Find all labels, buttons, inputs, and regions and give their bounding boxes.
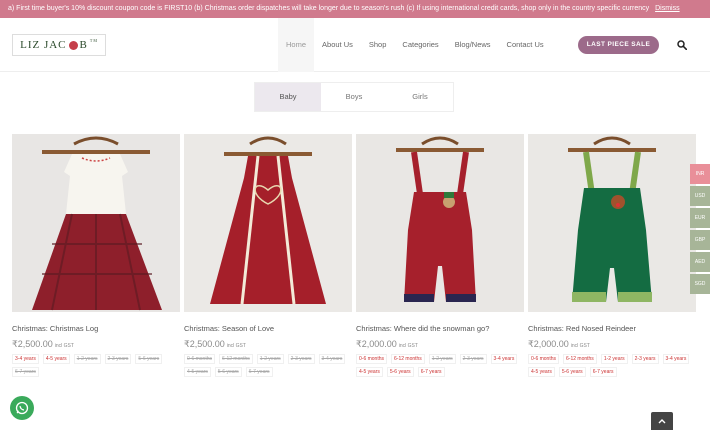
price-value: ₹2,000.00 [356,339,397,349]
size-option[interactable]: 2-3 years [104,354,132,364]
size-option[interactable]: 3-4 years [318,354,346,364]
gst-label: incl GST [570,343,590,349]
product-image[interactable] [528,134,696,312]
product-card: Christmas: Christmas Log ₹2,500.00 incl G… [12,134,180,377]
page: a) First time buyer's 10% discount coupo… [0,0,710,430]
product-card: Christmas: Where did the snowman go? ₹2,… [356,134,524,377]
product-title[interactable]: Christmas: Where did the snowman go? [356,324,524,333]
gst-label: incl GST [398,343,418,349]
scroll-to-top-button[interactable] [651,412,673,430]
category-tabs: Baby Boys Girls [254,82,454,112]
nav-contact-us[interactable]: Contact Us [499,18,552,72]
nav-blog-news[interactable]: Blog/News [447,18,499,72]
product-image[interactable] [356,134,524,312]
logo-text-left: LIZ JAC [20,39,67,51]
size-option[interactable]: 0-6 months [356,354,388,364]
size-option[interactable]: 6-7 years [417,367,445,377]
price-value: ₹2,500.00 [12,339,53,349]
trademark-mark: TM [89,37,98,43]
size-option[interactable]: 6-12 months [391,354,425,364]
size-option[interactable]: 4-5 years [184,367,211,377]
nav-shop[interactable]: Shop [361,18,395,72]
size-option[interactable]: 1-2 years [428,354,456,364]
size-option[interactable]: 2-3 years [287,354,315,364]
size-option[interactable]: 6-7 years [12,367,39,377]
size-option[interactable]: 5-6 years [135,354,163,364]
tab-girls[interactable]: Girls [387,83,453,111]
size-option[interactable]: 3-4 years [662,354,690,364]
size-option[interactable]: 4-5 years [528,367,555,377]
size-list: 0-6 months 6-12 months 1-2 years 2-3 years 3… [184,354,352,377]
size-option[interactable]: 6-7 years [589,367,617,377]
nav-about-us[interactable]: About Us [314,18,361,72]
chevron-up-icon [658,419,666,424]
dismiss-link[interactable]: Dismiss [655,5,680,12]
size-option[interactable]: 6-7 years [245,367,273,377]
product-price: ₹2,000.00 incl GST [356,339,524,350]
nav-home[interactable]: Home [278,18,315,72]
product-title[interactable]: Christmas: Christmas Log [12,324,180,333]
last-piece-sale-button[interactable]: LAST PIECE SALE [578,36,659,54]
product-title[interactable]: Christmas: Season of Love [184,324,352,333]
size-option[interactable]: 5-6 years [214,367,242,377]
currency-sgd[interactable]: SGD [690,274,710,294]
size-option[interactable]: 1-2 years [73,354,101,364]
product-price: ₹2,000.00 incl GST [528,339,696,350]
tab-baby[interactable]: Baby [255,83,321,111]
product-price: ₹2,500.00 incl GST [184,339,352,350]
search-icon[interactable] [677,40,687,50]
size-option[interactable]: 0-6 months [528,354,560,364]
size-option[interactable]: 1-2 years [256,354,284,364]
notice-bar: a) First time buyer's 10% discount coupo… [0,0,710,18]
site-header: LIZ JAC B TM Home About Us Shop Categori… [0,18,710,72]
size-option[interactable]: 6-12 months [219,354,253,364]
currency-inr[interactable]: INR [690,164,710,184]
logo-text-right: B [79,39,88,51]
product-price: ₹2,500.00 incl GST [12,339,180,350]
notice-text: a) First time buyer's 10% discount coupo… [8,5,650,12]
currency-aed[interactable]: AED [690,252,710,272]
product-image[interactable] [12,134,180,312]
whatsapp-button[interactable] [10,396,34,420]
currency-usd[interactable]: USD [690,186,710,206]
logo[interactable]: LIZ JAC B TM [12,34,106,56]
size-list: 0-6 months 6-12 months 1-2 years 2-3 years 3… [356,354,524,377]
size-option[interactable]: 2-3 years [459,354,487,364]
tab-boys[interactable]: Boys [321,83,387,111]
product-image[interactable] [184,134,352,312]
size-option[interactable]: 2-3 years [631,354,659,364]
size-option[interactable]: 4-5 years [356,367,383,377]
whatsapp-icon [15,401,29,415]
size-option[interactable]: 3-4 years [490,354,518,364]
product-card: Christmas: Red Nosed Reindeer ₹2,000.00 i… [528,134,696,377]
size-option[interactable]: 5-6 years [386,367,414,377]
size-option[interactable]: 5-6 years [558,367,586,377]
nav-categories[interactable]: Categories [394,18,446,72]
price-value: ₹2,000.00 [528,339,569,349]
size-list: 3-4 years 4-5 years 1-2 years 2-3 years 5-6 … [12,354,180,377]
flower-icon [68,40,78,50]
main-nav: Home About Us Shop Categories Blog/News … [278,18,552,72]
size-option[interactable]: 6-12 months [563,354,597,364]
currency-eur[interactable]: EUR [690,208,710,228]
size-option[interactable]: 1-2 years [600,354,628,364]
gst-label: incl GST [54,343,74,349]
price-value: ₹2,500.00 [184,339,225,349]
product-card: Christmas: Season of Love ₹2,500.00 incl … [184,134,352,377]
product-title[interactable]: Christmas: Red Nosed Reindeer [528,324,696,333]
size-option[interactable]: 0-6 months [184,354,216,364]
gst-label: incl GST [226,343,246,349]
size-option[interactable]: 4-5 years [42,354,70,364]
size-list: 0-6 months 6-12 months 1-2 years 2-3 years 3… [528,354,696,377]
currency-gbp[interactable]: GBP [690,230,710,250]
size-option[interactable]: 3-4 years [12,354,39,364]
